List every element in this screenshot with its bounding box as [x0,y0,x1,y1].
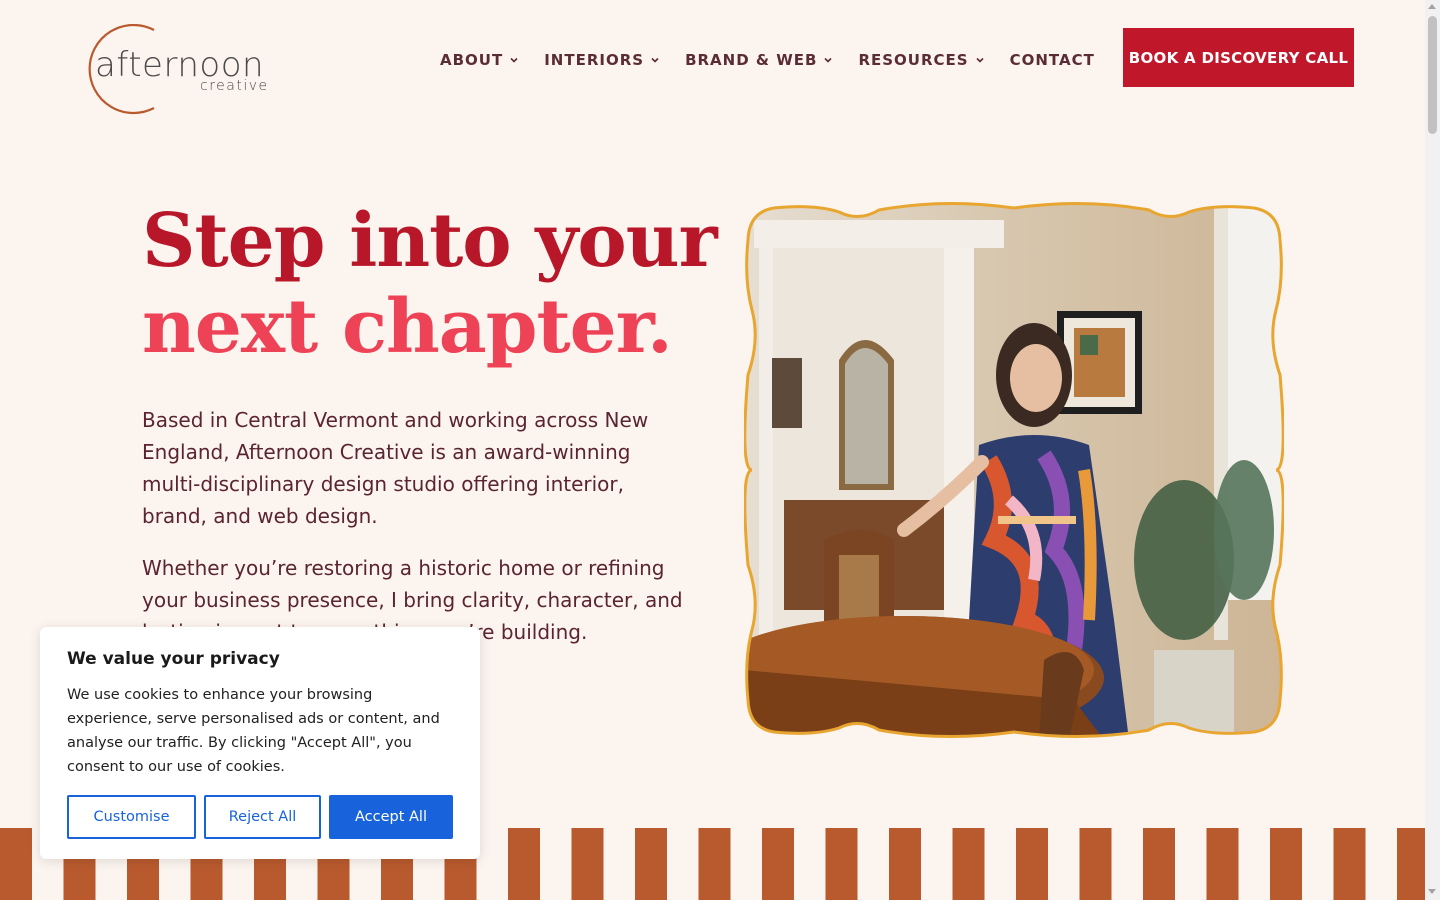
nav-item-contact[interactable]: CONTACT [1010,51,1095,69]
nav-item-label: BRAND & WEB [685,51,818,69]
cookie-banner-text: We use cookies to enhance your browsing … [67,687,440,775]
nav-item-label: RESOURCES [858,51,969,69]
chevron-down-icon [824,57,833,63]
main-nav: ABOUT INTERIORS BRAND & WEB RESOURCES CO… [440,51,1095,69]
nav-item-about[interactable]: ABOUT [440,51,518,69]
hero-title-line2: next chapter. [142,284,673,370]
nav-item-interiors[interactable]: INTERIORS [544,51,659,69]
customise-button[interactable]: Customise [67,795,196,839]
cookie-banner-buttons: Customise Reject All Accept All [67,795,453,839]
chevron-down-icon [510,57,518,63]
hero-photo [744,200,1284,740]
chevron-down-icon [651,57,659,63]
scroll-down-arrow-icon[interactable] [1428,889,1436,894]
site-logo[interactable]: afternoon creative [70,24,270,116]
nav-item-label: INTERIORS [544,51,645,69]
nav-item-label: CONTACT [1009,51,1095,69]
nav-item-resources[interactable]: RESOURCES [858,51,984,69]
cookie-banner-title: We value your privacy [67,649,280,669]
hero-photo-image [744,201,1284,739]
nav-item-brand-web[interactable]: BRAND & WEB [685,51,833,69]
accept-all-button[interactable]: Accept All [329,795,453,839]
logo-wordmark: afternoon [95,45,265,85]
hero-paragraph-1: Based in Central Vermont and working acr… [142,408,649,528]
chevron-down-icon [976,57,984,63]
hero-paragraph-2-text: Whether you’re restoring a historic home… [142,556,683,612]
page-scrollbar[interactable] [1425,0,1440,900]
scrollbar-thumb[interactable] [1428,16,1437,134]
scroll-up-arrow-icon[interactable] [1428,4,1436,9]
nav-item-label: ABOUT [440,51,504,69]
hero-title: Step into your next chapter. [142,198,718,370]
book-discovery-call-button[interactable]: BOOK A DISCOVERY CALL [1123,28,1354,87]
cookie-consent-banner: We value your privacy We use cookies to … [40,627,480,859]
reject-all-button[interactable]: Reject All [204,795,321,839]
logo-subtitle: creative [200,78,269,94]
hero-title-line1: Step into your [142,198,718,284]
